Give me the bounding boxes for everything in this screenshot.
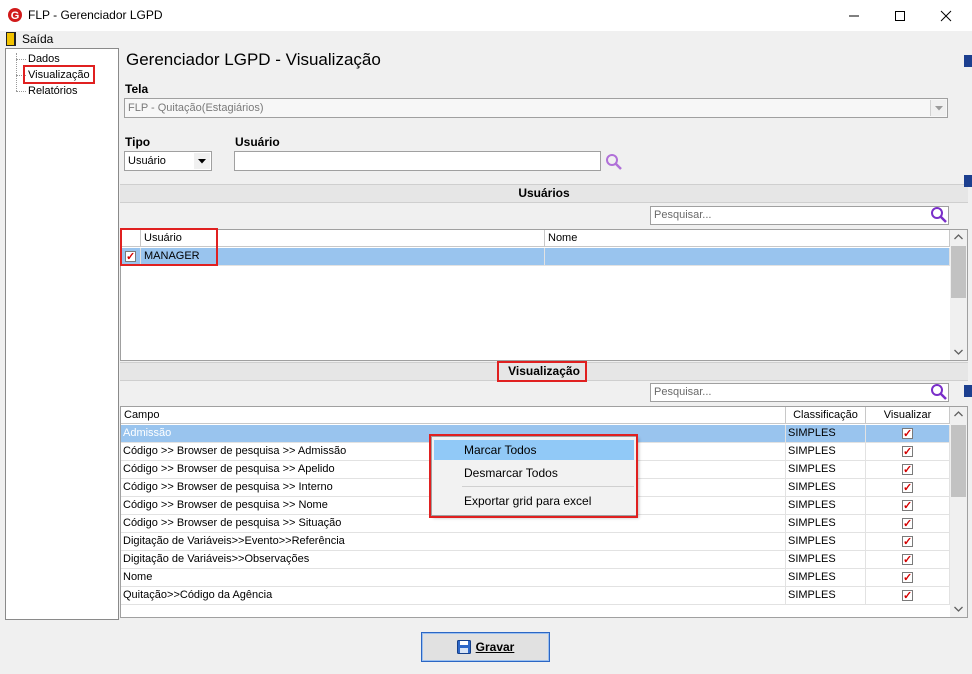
exit-door-icon <box>6 32 16 46</box>
visualizar-checkbox[interactable] <box>902 444 913 461</box>
app-logo-icon: G <box>8 8 22 22</box>
highlight-box <box>120 228 218 266</box>
tree-item-dados[interactable]: Dados <box>28 53 60 65</box>
tipo-label: Tipo <box>125 135 151 149</box>
menu-bar <box>0 31 972 48</box>
visual-col-classificacao[interactable]: Classificação <box>786 407 866 424</box>
tela-dropdown-button[interactable] <box>930 100 946 116</box>
navigation-tree: Dados Visualização Relatórios <box>5 48 119 620</box>
background-window-edge <box>964 385 972 397</box>
cell-classificacao: SIMPLES <box>786 551 866 569</box>
close-icon <box>940 10 952 21</box>
menu-item-saida[interactable]: Saída <box>22 32 53 46</box>
cell-campo: Nome <box>121 569 786 587</box>
cell-classificacao: SIMPLES <box>786 515 866 533</box>
cell-classificacao: SIMPLES <box>786 479 866 497</box>
cell-visualizar[interactable] <box>866 587 950 605</box>
cell-campo: Quitação>>Código da Agência <box>121 587 786 605</box>
svg-text:G: G <box>11 10 20 22</box>
maximize-icon <box>895 10 905 21</box>
cell-classificacao: SIMPLES <box>786 533 866 551</box>
maximize-button[interactable] <box>877 0 923 31</box>
cell-classificacao: SIMPLES <box>786 443 866 461</box>
users-scrollbar[interactable] <box>950 230 967 360</box>
tipo-select[interactable]: Usuário <box>124 151 212 171</box>
cell-visualizar[interactable] <box>866 569 950 587</box>
close-button[interactable] <box>923 0 969 31</box>
cell-classificacao: SIMPLES <box>786 461 866 479</box>
search-icon[interactable] <box>930 383 948 401</box>
table-row[interactable]: Digitação de Variáveis>>Observações SIMPL… <box>121 551 950 569</box>
search-icon[interactable] <box>605 153 623 171</box>
users-section-header: Usuários <box>120 184 968 203</box>
cell-visualizar[interactable] <box>866 461 950 479</box>
tipo-select-value: Usuário <box>128 155 166 167</box>
visualizar-checkbox[interactable] <box>902 462 913 479</box>
background-window-edge <box>964 175 972 187</box>
tela-select-value: FLP - Quitação(Estagiários) <box>128 102 264 114</box>
minimize-button[interactable] <box>831 0 877 31</box>
minimize-icon <box>849 15 859 16</box>
cell-visualizar[interactable] <box>866 533 950 551</box>
floppy-disk-icon <box>456 640 471 654</box>
search-icon[interactable] <box>930 206 948 224</box>
background-window-edge <box>964 55 972 67</box>
cell-visualizar[interactable] <box>866 479 950 497</box>
page-title: Gerenciador LGPD - Visualização <box>126 50 381 69</box>
tela-select[interactable]: FLP - Quitação(Estagiários) <box>124 98 948 118</box>
visual-col-visualizar[interactable]: Visualizar <box>866 407 950 424</box>
highlight-box <box>23 65 95 84</box>
scroll-down-icon[interactable] <box>954 606 963 612</box>
cell-classificacao: SIMPLES <box>786 569 866 587</box>
cell-classificacao: SIMPLES <box>786 425 866 443</box>
scroll-thumb[interactable] <box>951 246 966 298</box>
visualizar-checkbox[interactable] <box>902 498 913 515</box>
tipo-dropdown-button[interactable] <box>194 153 210 169</box>
cell-campo: Digitação de Variáveis>>Evento>>Referênc… <box>121 533 786 551</box>
visual-search-input[interactable]: Pesquisar... <box>650 383 949 402</box>
users-search-input[interactable]: Pesquisar... <box>650 206 949 225</box>
cell-visualizar[interactable] <box>866 425 950 443</box>
table-row[interactable]: MANAGER <box>121 248 950 266</box>
visualizar-checkbox[interactable] <box>902 534 913 551</box>
visualizar-checkbox[interactable] <box>902 480 913 497</box>
cell-visualizar[interactable] <box>866 443 950 461</box>
visualizar-checkbox[interactable] <box>902 426 913 443</box>
table-row[interactable]: Quitação>>Código da Agência SIMPLES <box>121 587 950 605</box>
cell-visualizar[interactable] <box>866 497 950 515</box>
highlight-box <box>429 434 638 518</box>
table-row[interactable]: Digitação de Variáveis>>Evento>>Referênc… <box>121 533 950 551</box>
usuario-input[interactable] <box>234 151 601 171</box>
visual-col-campo[interactable]: Campo <box>121 407 786 424</box>
highlight-box <box>497 361 587 382</box>
window-title: FLP - Gerenciador LGPD <box>28 8 163 22</box>
cell-classificacao: SIMPLES <box>786 497 866 515</box>
scroll-up-icon[interactable] <box>954 411 963 417</box>
visual-scrollbar[interactable] <box>950 407 967 617</box>
visualizar-checkbox[interactable] <box>902 552 913 569</box>
visualizar-checkbox[interactable] <box>902 588 913 605</box>
chevron-down-icon <box>198 158 206 163</box>
cell-nome <box>545 248 950 266</box>
cell-visualizar[interactable] <box>866 551 950 569</box>
save-button-label: Gravar <box>475 640 515 654</box>
save-button[interactable]: Gravar <box>421 632 550 662</box>
users-col-nome[interactable]: Nome <box>545 230 950 247</box>
cell-campo: Digitação de Variáveis>>Observações <box>121 551 786 569</box>
table-row[interactable]: Nome SIMPLES <box>121 569 950 587</box>
scroll-up-icon[interactable] <box>954 234 963 240</box>
chevron-down-icon <box>934 105 943 110</box>
visualizar-checkbox[interactable] <box>902 570 913 587</box>
tela-label: Tela <box>125 82 149 96</box>
tree-item-relatorios[interactable]: Relatórios <box>28 85 78 97</box>
scroll-thumb[interactable] <box>951 425 966 497</box>
cell-classificacao: SIMPLES <box>786 587 866 605</box>
usuario-label: Usuário <box>235 135 280 149</box>
cell-visualizar[interactable] <box>866 515 950 533</box>
users-grid: Usuário Nome MANAGER <box>120 229 968 361</box>
scroll-down-icon[interactable] <box>954 349 963 355</box>
visualizar-checkbox[interactable] <box>902 516 913 533</box>
